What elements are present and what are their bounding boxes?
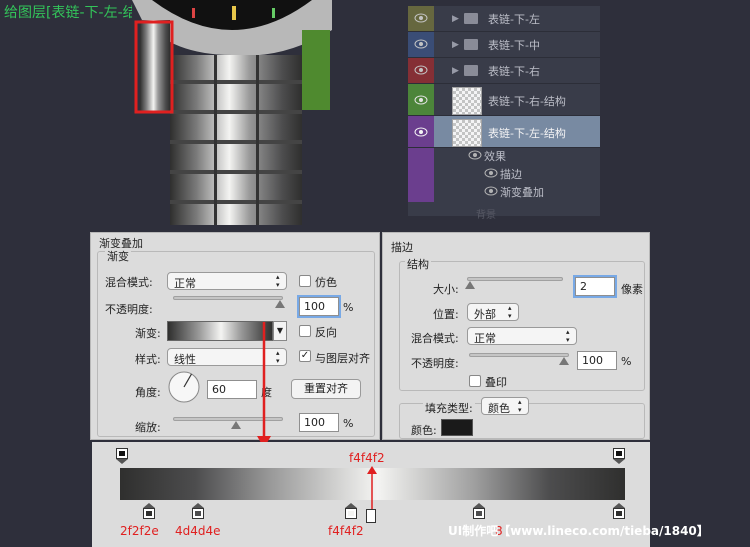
gradient-overlay-panel: 渐变叠加 渐变 混合模式: 正常 仿色 不透明度: 100 % 渐变: ▼ 反向… [90,232,380,440]
faded-layer-label: 背景 [476,210,496,221]
group-title: 渐变 [105,248,131,264]
watch-illustration [132,0,332,232]
stroke-blend-select[interactable]: 正常 [467,327,577,345]
expand-arrow-icon[interactable]: ▶ [452,14,459,24]
align-layer-checkbox[interactable]: ✓ [299,350,311,362]
fill-type-select[interactable]: 颜色 [481,397,529,415]
eye-icon[interactable] [484,168,498,178]
eye-icon[interactable] [414,13,428,23]
layer-row[interactable]: 表链-下-右-结构 [408,84,600,116]
eye-icon[interactable] [414,127,428,137]
annotation-up-arrow [367,466,377,512]
layer-row[interactable]: ▶ 表链-下-右 [408,58,600,84]
expand-arrow-icon[interactable]: ▶ [452,66,459,76]
chevron-down-icon[interactable]: ▼ [273,321,287,341]
scale-input[interactable]: 100 [299,413,339,432]
eye-icon[interactable] [414,95,428,105]
angle-dial[interactable] [167,370,201,404]
size-input[interactable]: 2 [573,275,617,298]
effects-label: 效果 [484,150,506,163]
layer-row-selected[interactable]: 表链-下-左-结构 [408,116,600,148]
opacity-input[interactable]: 100 [297,295,341,318]
overprint-checkbox[interactable] [469,375,481,387]
size-slider[interactable] [467,277,563,281]
stop-label: f4f4f2 [328,524,364,538]
annotation-arrow [257,322,271,448]
midpoint-diamond[interactable] [366,509,376,523]
slider-knob[interactable] [465,281,475,289]
stop-label: 4d4d4e [175,524,221,538]
angle-input[interactable]: 60 [207,380,257,399]
slider-knob[interactable] [559,357,569,365]
layer-row[interactable]: ▶ 表链-下-中 [408,32,600,58]
layers-panel: ▶ 表链-下-左 ▶ 表链-下-中 ▶ 表链-下-右 表链-下-右-结构 表链-… [408,6,600,221]
reverse-checkbox[interactable] [299,325,311,337]
group-title: 结构 [405,256,431,272]
opacity-stop-left[interactable] [116,448,128,464]
eye-icon[interactable] [414,65,428,75]
color-stop[interactable] [192,503,204,519]
color-stop[interactable] [345,503,357,519]
stroke-opacity-slider[interactable] [469,353,569,357]
slider-knob[interactable] [231,421,241,429]
reset-align-button[interactable]: 重置对齐 [291,379,361,399]
eye-icon[interactable] [468,150,482,160]
watermark: UI制作吧【www.lineco.com/tieba/1840】 [448,524,709,538]
eye-icon[interactable] [484,186,498,196]
layer-thumbnail [452,87,482,115]
folder-icon [464,13,478,24]
stop-label: 2f2f2e [120,524,159,538]
stroke-panel: 描边 结构 大小: 2 像素 位置: 外部 混合模式: 正常 不透明度: 100… [382,232,650,440]
stroke-color-swatch[interactable] [441,419,473,436]
dither-checkbox[interactable] [299,275,311,287]
color-stop[interactable] [473,503,485,519]
annotation-top-label: f4f4f2 [349,451,385,465]
stroke-opacity-input[interactable]: 100 [577,351,617,370]
color-stop[interactable] [143,503,155,519]
color-stop[interactable] [613,503,625,519]
layer-row[interactable]: ▶ 表链-下-左 [408,6,600,32]
effect-gradient-overlay[interactable]: 渐变叠加 [500,184,544,200]
position-select[interactable]: 外部 [467,303,519,321]
effects-group: 效果 描边 渐变叠加 [408,148,600,202]
opacity-stop-right[interactable] [613,448,625,464]
eye-icon[interactable] [414,39,428,49]
opacity-slider[interactable] [173,296,283,300]
panel-title: 描边 [391,241,413,254]
slider-knob[interactable] [275,300,285,308]
folder-icon [464,39,478,50]
folder-icon [464,65,478,76]
blend-mode-select[interactable]: 正常 [167,272,287,290]
layer-thumbnail [452,119,482,147]
expand-arrow-icon[interactable]: ▶ [452,40,459,50]
effect-stroke[interactable]: 描边 [500,166,522,182]
